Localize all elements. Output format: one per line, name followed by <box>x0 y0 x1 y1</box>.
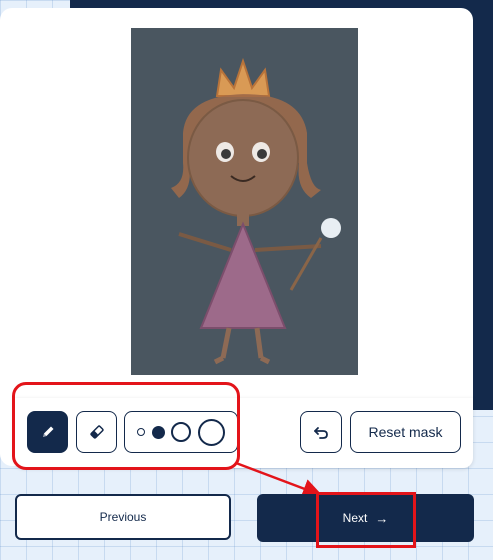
pencil-icon <box>42 426 53 437</box>
arrow-right-icon: → <box>375 510 389 526</box>
eraser-icon <box>89 425 104 439</box>
next-button-label: Next <box>342 511 368 525</box>
reset-mask-button[interactable]: Reset mask <box>350 411 461 453</box>
brush-size-medium[interactable] <box>171 422 192 442</box>
brush-size-selector <box>124 411 238 453</box>
undo-icon <box>314 427 328 439</box>
brush-size-extra-small[interactable] <box>137 428 146 436</box>
pen-tool-button[interactable] <box>27 411 68 453</box>
brush-size-large[interactable] <box>197 418 225 446</box>
previous-button[interactable]: Previous <box>15 494 231 540</box>
drawing-canvas[interactable] <box>131 28 358 375</box>
eraser-tool-button[interactable] <box>76 411 117 453</box>
undo-button[interactable] <box>300 411 342 453</box>
next-button[interactable]: Next → <box>257 494 474 542</box>
brush-size-small[interactable] <box>151 425 165 439</box>
princess-drawing-image <box>171 57 341 365</box>
